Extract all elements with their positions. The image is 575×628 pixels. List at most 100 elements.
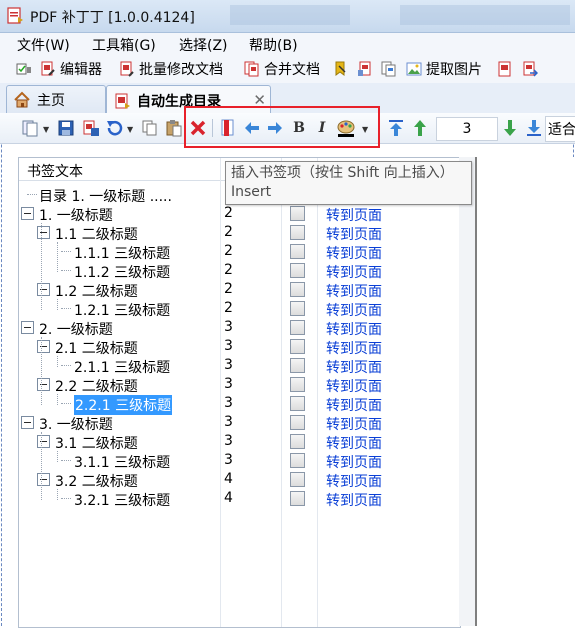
bookmark-page[interactable]: 2 (224, 224, 233, 240)
tab-home[interactable]: 主页 (6, 85, 106, 114)
table-row[interactable]: 3. 一级标题 3 转到页面 (19, 413, 460, 434)
bookmark-checkbox[interactable] (290, 472, 305, 487)
table-row[interactable]: 1.1 二级标题 2 转到页面 (19, 223, 460, 244)
pdf-tool-button[interactable] (497, 59, 517, 79)
bookmark-text[interactable]: 1.1.1 三级标题 (74, 243, 170, 263)
level-down-button[interactable] (500, 118, 520, 138)
bookmark-checkbox[interactable] (290, 206, 305, 221)
goto-page-link[interactable]: 转到页面 (326, 319, 382, 339)
editor-button[interactable]: 编辑器 (40, 59, 102, 79)
bookmark-checkbox[interactable] (290, 225, 305, 240)
bookmark-text[interactable]: 目录 1. 一级标题 ..... (39, 186, 172, 206)
bookmark-text[interactable]: 1. 一级标题 (39, 205, 113, 225)
bookmark-page[interactable]: 3 (224, 338, 233, 354)
goto-page-link[interactable]: 转到页面 (326, 338, 382, 358)
new-document-button[interactable] (20, 118, 40, 138)
menu-select[interactable]: 选择(Z) (179, 35, 228, 55)
bookmark-text[interactable]: 3.1.1 三级标题 (74, 452, 170, 472)
bookmark-checkbox[interactable] (290, 358, 305, 373)
table-row[interactable]: 1.2.1 三级标题 2 转到页面 (19, 299, 460, 320)
table-row[interactable]: 1.1.2 三级标题 2 转到页面 (19, 261, 460, 282)
collapse-toggle-icon[interactable] (37, 340, 50, 353)
goto-page-link[interactable]: 转到页面 (326, 357, 382, 377)
table-row[interactable]: 2. 一级标题 3 转到页面 (19, 318, 460, 339)
copy-pdf-button[interactable] (381, 59, 401, 79)
bookmark-checkbox[interactable] (290, 415, 305, 430)
goto-page-link[interactable]: 转到页面 (326, 300, 382, 320)
goto-page-link[interactable]: 转到页面 (326, 395, 382, 415)
pdf-info-button[interactable] (357, 59, 377, 79)
bookmark-checkbox[interactable] (290, 244, 305, 259)
bookmark-text[interactable]: 2.2 二级标题 (55, 376, 138, 396)
collapse-toggle-icon[interactable] (37, 226, 50, 239)
table-row[interactable]: 3.2 二级标题 4 转到页面 (19, 470, 460, 491)
table-row[interactable]: 3.1 二级标题 3 转到页面 (19, 432, 460, 453)
merge-button[interactable]: 合并文档 (244, 59, 320, 79)
bookmark-page[interactable]: 3 (224, 395, 233, 411)
save-as-button[interactable] (81, 118, 101, 138)
bookmark-checkbox[interactable] (290, 263, 305, 278)
bookmark-page[interactable]: 3 (224, 376, 233, 392)
bookmark-text[interactable]: 2. 一级标题 (39, 319, 113, 339)
bookmark-text[interactable]: 2.1.1 三级标题 (74, 357, 170, 377)
options-button[interactable] (16, 59, 36, 79)
table-row[interactable]: 2.2 二级标题 3 转到页面 (19, 375, 460, 396)
goto-page-link[interactable]: 转到页面 (326, 205, 382, 225)
goto-page-link[interactable]: 转到页面 (326, 471, 382, 491)
table-row[interactable]: 3.2.1 三级标题 4 转到页面 (19, 489, 460, 510)
collapse-toggle-icon[interactable] (21, 416, 34, 429)
table-row[interactable]: 1.1.1 三级标题 2 转到页面 (19, 242, 460, 263)
bookmark-checkbox[interactable] (290, 301, 305, 316)
bookmark-page[interactable]: 3 (224, 357, 233, 373)
goto-page-link[interactable]: 转到页面 (326, 414, 382, 434)
bookmark-checkbox[interactable] (290, 320, 305, 335)
bookmark-page[interactable]: 2 (224, 300, 233, 316)
bookmark-text[interactable]: 2.1 二级标题 (55, 338, 138, 358)
menu-file[interactable]: 文件(W) (17, 35, 70, 55)
goto-page-link[interactable]: 转到页面 (326, 262, 382, 282)
collapse-toggle-icon[interactable] (37, 435, 50, 448)
panel-splitter[interactable] (459, 157, 475, 626)
menu-toolbox[interactable]: 工具箱(G) (92, 35, 156, 55)
bookmark-text[interactable]: 1.1.2 三级标题 (74, 262, 170, 282)
bookmark-text[interactable]: 3.2 二级标题 (55, 471, 138, 491)
bookmark-checkbox[interactable] (290, 282, 305, 297)
goto-page-link[interactable]: 转到页面 (326, 281, 382, 301)
chevron-down-icon[interactable]: ▼ (43, 125, 49, 134)
table-row[interactable]: 2.1.1 三级标题 3 转到页面 (19, 356, 460, 377)
level-up-button[interactable] (410, 118, 430, 138)
goto-page-link[interactable]: 转到页面 (326, 224, 382, 244)
bookmark-text[interactable]: 3. 一级标题 (39, 414, 113, 434)
bookmark-page[interactable]: 3 (224, 433, 233, 449)
bookmark-text[interactable]: 2.2.1 三级标题 (74, 395, 173, 415)
bookmark-page[interactable]: 2 (224, 281, 233, 297)
pdf-export-button[interactable] (522, 59, 542, 79)
table-row[interactable]: 2.2.1 三级标题 3 转到页面 (19, 394, 460, 415)
bookmark-page[interactable]: 2 (224, 205, 233, 221)
bookmark-checkbox[interactable] (290, 453, 305, 468)
bookmark-page[interactable]: 3 (224, 319, 233, 335)
bookmark-checkbox[interactable] (290, 491, 305, 506)
bookmark-page[interactable]: 2 (224, 262, 233, 278)
undo-button[interactable] (104, 118, 124, 138)
bookmark-checkbox[interactable] (290, 434, 305, 449)
bookmark-text[interactable]: 3.2.1 三级标题 (74, 490, 170, 510)
collapse-toggle-icon[interactable] (21, 321, 34, 334)
collapse-toggle-icon[interactable] (37, 473, 50, 486)
chevron-down-icon[interactable]: ▼ (127, 125, 133, 134)
table-row[interactable]: 2.1 二级标题 3 转到页面 (19, 337, 460, 358)
bookmark-page[interactable]: 4 (224, 471, 233, 487)
batch-modify-button[interactable]: 批量修改文档 (119, 59, 223, 79)
column-header-text[interactable]: 书签文本 (27, 161, 83, 181)
bookmark-text[interactable]: 3.1 二级标题 (55, 433, 138, 453)
menu-help[interactable]: 帮助(B) (249, 35, 298, 55)
collapse-toggle-icon[interactable] (37, 378, 50, 391)
table-row[interactable]: 1. 一级标题 2 转到页面 (19, 204, 460, 225)
bookmark-page[interactable]: 4 (224, 490, 233, 506)
table-row[interactable]: 1.2 二级标题 2 转到页面 (19, 280, 460, 301)
bookmark-text[interactable]: 1.1 二级标题 (55, 224, 138, 244)
extract-images-button[interactable]: 提取图片 (406, 59, 482, 79)
level-input[interactable]: 3 (436, 117, 498, 141)
goto-page-link[interactable]: 转到页面 (326, 243, 382, 263)
goto-page-link[interactable]: 转到页面 (326, 452, 382, 472)
